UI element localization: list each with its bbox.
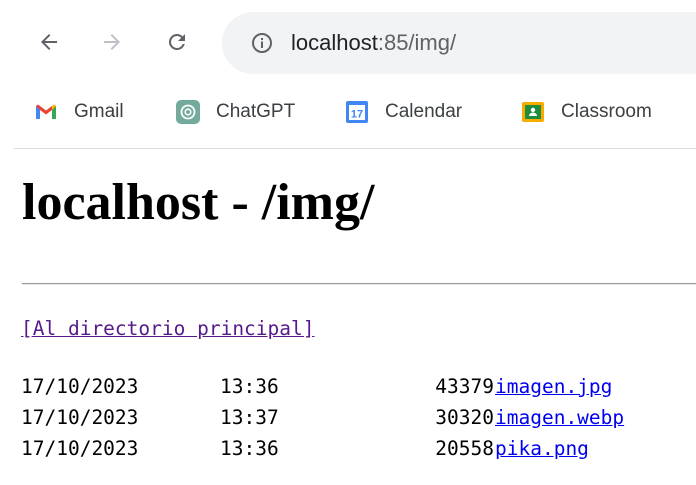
- file-link[interactable]: imagen.jpg: [495, 375, 612, 398]
- bookmark-label: Classroom: [561, 101, 652, 122]
- file-row: 17/10/2023 13:36 43379 imagen.jpg: [21, 375, 696, 406]
- chatgpt-icon: [176, 100, 200, 124]
- calendar-icon: 17: [346, 101, 368, 123]
- address-bar[interactable]: localhost:85/img/: [222, 12, 696, 74]
- bookmark-label: ChatGPT: [216, 101, 296, 122]
- reload-button[interactable]: [157, 22, 197, 62]
- bookmark-label: Gmail: [74, 101, 124, 122]
- file-date: 17/10/2023: [21, 375, 139, 398]
- file-row: 17/10/2023 13:37 30320 imagen.webp: [21, 406, 696, 437]
- file-link[interactable]: pika.png: [495, 437, 589, 460]
- file-size: 20558: [435, 437, 494, 460]
- file-date: 17/10/2023: [21, 406, 139, 429]
- forward-arrow-icon: [104, 34, 120, 50]
- back-arrow-icon: [41, 34, 57, 50]
- file-time: 13:36: [220, 437, 279, 460]
- file-time: 13:37: [220, 406, 279, 429]
- parent-directory-link[interactable]: [Al directorio principal]: [21, 317, 315, 340]
- browser-toolbar: localhost:85/img/: [0, 0, 696, 90]
- back-button[interactable]: [29, 22, 69, 62]
- address-url[interactable]: localhost:85/img/: [291, 30, 456, 56]
- url-path: :85/img/: [377, 30, 457, 55]
- reload-icon: [168, 33, 185, 50]
- file-size: 43379: [435, 375, 494, 398]
- bookmark-gmail[interactable]: Gmail: [34, 96, 124, 128]
- calendar-day: 17: [351, 109, 363, 121]
- page-title: localhost - /img/: [22, 174, 375, 231]
- bookmark-calendar[interactable]: 17 Calendar: [345, 96, 462, 128]
- file-time: 13:36: [220, 375, 279, 398]
- url-host: localhost: [291, 30, 378, 55]
- horizontal-rule: [22, 283, 696, 285]
- gmail-icon: [36, 104, 56, 119]
- bookmark-classroom[interactable]: Classroom: [521, 96, 652, 128]
- bookmark-label: Calendar: [385, 101, 463, 122]
- file-link[interactable]: imagen.webp: [495, 406, 624, 429]
- bookmark-chatgpt[interactable]: ChatGPT: [176, 96, 295, 128]
- bookmarks-bar: Gmail ChatGPT 17 Calendar Classroom: [0, 90, 696, 134]
- classroom-icon: [522, 102, 544, 122]
- file-row: 17/10/2023 13:36 20558 pika.png: [21, 437, 696, 468]
- forward-button[interactable]: [92, 22, 132, 62]
- file-size: 30320: [435, 406, 494, 429]
- file-listing: 17/10/2023 13:36 43379 imagen.jpg 17/10/…: [21, 375, 696, 468]
- info-icon[interactable]: [250, 31, 274, 55]
- toolbar-divider: [14, 148, 696, 149]
- file-date: 17/10/2023: [21, 437, 139, 460]
